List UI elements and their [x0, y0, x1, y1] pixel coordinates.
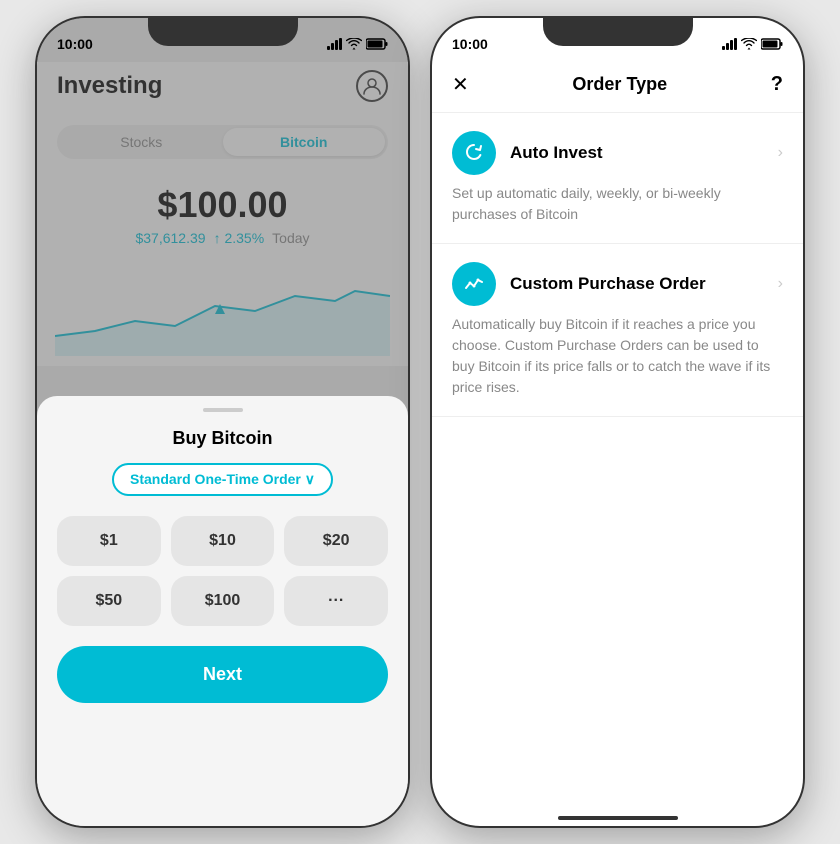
amount-grid: $1 $10 $20 $50 $100 ···	[57, 516, 388, 626]
auto-invest-desc: Set up automatic daily, weekly, or bi-we…	[452, 183, 783, 225]
notch	[148, 18, 298, 46]
status-icons-right	[722, 38, 783, 50]
custom-order-chevron: ›	[778, 275, 783, 293]
auto-invest-left: Auto Invest	[452, 131, 603, 175]
order-type-title: Order Type	[572, 74, 667, 95]
sheet-title: Buy Bitcoin	[57, 428, 388, 449]
custom-order-option[interactable]: Custom Purchase Order › Automatically bu…	[432, 244, 803, 417]
right-phone: 10:00	[430, 16, 805, 828]
order-type-pill[interactable]: Standard One-Time Order ∨	[112, 463, 333, 496]
auto-invest-icon	[452, 131, 496, 175]
refresh-icon	[463, 142, 485, 164]
notch-right	[543, 18, 693, 46]
wifi-icon-right	[741, 38, 757, 50]
auto-invest-option[interactable]: Auto Invest › Set up automatic daily, we…	[432, 113, 803, 244]
auto-invest-name: Auto Invest	[510, 143, 603, 163]
custom-order-icon	[452, 262, 496, 306]
chart-icon	[463, 273, 485, 295]
home-indicator-right	[558, 816, 678, 820]
signal-icon	[327, 38, 342, 50]
close-button[interactable]: ✕	[452, 72, 469, 97]
time-left: 10:00	[57, 36, 93, 52]
amount-100[interactable]: $100	[171, 576, 275, 626]
battery-icon	[366, 38, 388, 50]
amount-50[interactable]: $50	[57, 576, 161, 626]
next-button[interactable]: Next	[57, 646, 388, 703]
wifi-icon	[346, 38, 362, 50]
time-right: 10:00	[452, 36, 488, 52]
auto-invest-chevron: ›	[778, 144, 783, 162]
amount-more[interactable]: ···	[284, 576, 388, 626]
custom-order-desc: Automatically buy Bitcoin if it reaches …	[452, 314, 783, 398]
sheet-handle	[203, 408, 243, 412]
status-icons-left	[327, 38, 388, 50]
auto-invest-header: Auto Invest ›	[452, 131, 783, 175]
battery-icon-right	[761, 38, 783, 50]
signal-icon-right	[722, 38, 737, 50]
amount-10[interactable]: $10	[171, 516, 275, 566]
custom-order-name: Custom Purchase Order	[510, 274, 706, 294]
order-type-pill-label: Standard One-Time Order ∨	[130, 471, 315, 488]
amount-1[interactable]: $1	[57, 516, 161, 566]
order-type-header: ✕ Order Type ?	[432, 62, 803, 113]
buy-bitcoin-sheet: Buy Bitcoin Standard One-Time Order ∨ $1…	[37, 396, 408, 826]
custom-order-left: Custom Purchase Order	[452, 262, 706, 306]
custom-order-header: Custom Purchase Order ›	[452, 262, 783, 306]
left-phone: 10:00	[35, 16, 410, 828]
amount-20[interactable]: $20	[284, 516, 388, 566]
investing-screen: 10:00	[37, 18, 408, 826]
help-button[interactable]: ?	[771, 73, 783, 96]
order-type-screen: 10:00	[432, 18, 803, 826]
